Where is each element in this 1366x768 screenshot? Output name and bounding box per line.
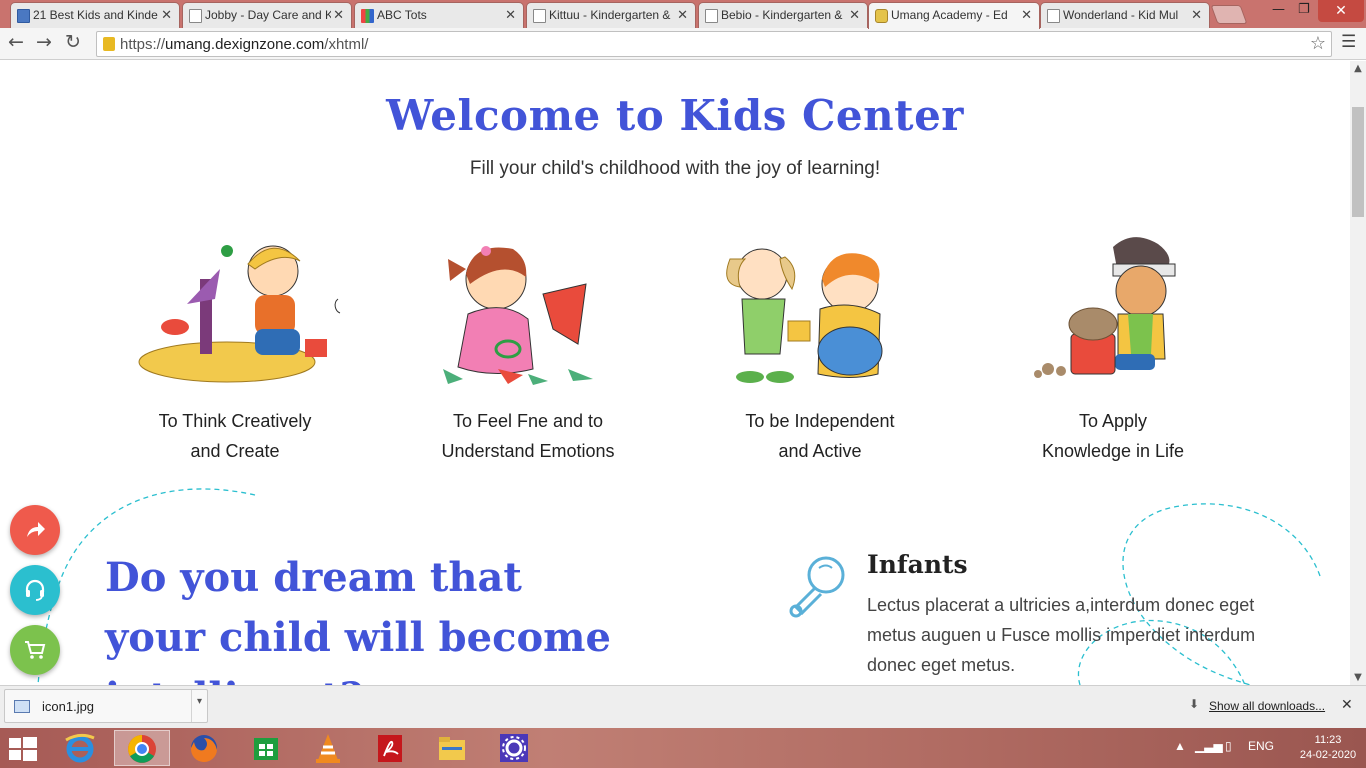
reload-icon[interactable]: ↻ (65, 31, 81, 53)
show-all-downloads-link[interactable]: Show all downloads... (1209, 699, 1325, 713)
document-icon (17, 9, 30, 23)
document-icon (189, 9, 202, 23)
back-arrow-icon[interactable]: ← (8, 31, 24, 53)
tab-6-active[interactable]: Umang Academy - Ed ✕ (868, 2, 1040, 29)
close-icon[interactable]: ✕ (849, 7, 860, 23)
page-scrollbar[interactable]: ▲ ▼ (1350, 61, 1366, 685)
close-icon[interactable]: ✕ (1191, 7, 1202, 23)
tab-title: ABC Tots (377, 8, 427, 22)
welcome-subtitle: Fill your child's childhood with the joy… (469, 158, 881, 179)
scrollbar-thumb[interactable] (1352, 107, 1364, 217)
chevron-down-icon[interactable]: ▾ (197, 696, 202, 707)
explorer-icon[interactable] (424, 730, 480, 766)
tab-title: Wonderland - Kid Mul (1063, 8, 1179, 22)
tab-4[interactable]: Kittuu - Kindergarten & ✕ (526, 2, 696, 28)
battery-icon[interactable]: ▯ (1225, 739, 1232, 753)
close-icon[interactable]: ✕ (333, 7, 344, 23)
vlc-icon[interactable] (300, 730, 356, 766)
two-kids-illustration (726, 248, 883, 383)
infants-title: Infants (867, 550, 968, 579)
scroll-down-arrow-icon[interactable]: ▼ (1350, 672, 1366, 683)
feature-caption: To Think Creatively and Create (158, 411, 312, 461)
share-arrow-icon (27, 522, 45, 537)
abc-icon (361, 9, 374, 23)
url-text: https://umang.dexignzone.com/xhtml/ (120, 36, 369, 53)
image-file-icon (14, 700, 30, 713)
close-icon[interactable]: ✕ (1021, 7, 1032, 23)
page-viewport: Welcome to Kids Center Fill your child's… (0, 61, 1350, 685)
pacifier-icon (789, 556, 845, 618)
tab-7[interactable]: Wonderland - Kid Mul ✕ (1040, 2, 1210, 28)
language-indicator[interactable]: ENG (1248, 739, 1274, 753)
address-bar[interactable]: https://umang.dexignzone.com/xhtml/ ☆ (96, 31, 1332, 57)
share-button[interactable] (10, 505, 60, 555)
download-file-name: icon1.jpg (42, 699, 95, 714)
tab-5[interactable]: Bebio - Kindergarten & ✕ (698, 2, 868, 28)
shopping-cart-icon (25, 641, 46, 659)
scroll-up-arrow-icon[interactable]: ▲ (1350, 63, 1366, 74)
system-clock[interactable]: 11:23 24-02-2020 (1296, 733, 1360, 763)
close-downloads-bar-icon[interactable]: ✕ (1341, 697, 1353, 713)
restore-button[interactable]: ❐ (1298, 2, 1310, 17)
windows-start-icon[interactable] (8, 736, 38, 762)
lock-icon (103, 37, 115, 51)
downloads-bar: icon1.jpg ▾ ⬇ Show all downloads... ✕ (0, 685, 1366, 728)
welcome-title: Welcome to Kids Center (386, 91, 964, 140)
smiley-icon (875, 9, 888, 23)
ie-icon[interactable] (52, 730, 108, 766)
minimize-button[interactable]: — (1272, 2, 1285, 17)
firefox-icon[interactable] (176, 730, 232, 766)
divider (191, 690, 192, 722)
chrome-icon[interactable] (114, 730, 170, 766)
document-icon (1047, 9, 1060, 23)
window-close-button[interactable]: ✕ (1318, 0, 1364, 22)
headset-icon (25, 579, 45, 601)
feature-caption: To be Independent and Active (745, 411, 895, 461)
windows-taskbar: ▲ ▁▃▅ ▯ ENG 11:23 24-02-2020 (0, 728, 1366, 768)
tab-title: Jobby - Day Care and K (205, 8, 331, 22)
browser-toolbar: ← → ↻ https://umang.dexignzone.com/xhtml… (0, 28, 1366, 60)
close-icon[interactable]: ✕ (505, 7, 516, 23)
close-icon[interactable]: ✕ (161, 7, 172, 23)
show-hidden-icons-icon[interactable]: ▲ (1174, 739, 1186, 753)
tab-1[interactable]: 21 Best Kids and Kinde ✕ (10, 2, 180, 28)
tab-3[interactable]: ABC Tots ✕ (354, 2, 524, 28)
store-icon[interactable] (238, 730, 294, 766)
infants-description: Lectus placerat a ultricies a,interdum d… (867, 595, 1256, 675)
tab-title: Kittuu - Kindergarten & (549, 8, 671, 22)
support-button[interactable] (10, 565, 60, 615)
tab-2[interactable]: Jobby - Day Care and K ✕ (182, 2, 352, 28)
dream-heading: Do you dream that your child will become… (105, 554, 611, 685)
feature-caption: To Apply Knowledge in Life (1041, 411, 1185, 461)
boy-pottery-illustration (1034, 237, 1176, 378)
tab-title: Bebio - Kindergarten & (721, 8, 843, 22)
menu-icon[interactable]: ☰ (1341, 32, 1356, 52)
bookmark-star-icon[interactable]: ☆ (1310, 33, 1326, 54)
acrobat-icon[interactable] (362, 730, 418, 766)
new-tab-button[interactable] (1210, 5, 1248, 24)
tab-title: 21 Best Kids and Kinde (33, 8, 158, 22)
cart-button[interactable] (10, 625, 60, 675)
forward-arrow-icon[interactable]: → (36, 31, 52, 53)
download-arrow-icon: ⬇ (1189, 697, 1200, 711)
feature-caption: To Feel Fne and to Understand Emotions (441, 411, 615, 461)
document-icon (533, 9, 546, 23)
download-item[interactable]: icon1.jpg ▾ (4, 689, 208, 723)
tab-strip: 21 Best Kids and Kinde ✕ Jobby - Day Car… (0, 0, 1366, 29)
settings-icon[interactable] (486, 730, 542, 766)
network-signal-icon[interactable]: ▁▃▅ (1195, 739, 1223, 753)
document-icon (705, 9, 718, 23)
girl-cutting-paper-illustration (443, 246, 593, 385)
tab-title: Umang Academy - Ed (891, 8, 1008, 22)
kid-sandbox-illustration (138, 245, 327, 383)
close-icon[interactable]: ✕ (677, 7, 688, 23)
